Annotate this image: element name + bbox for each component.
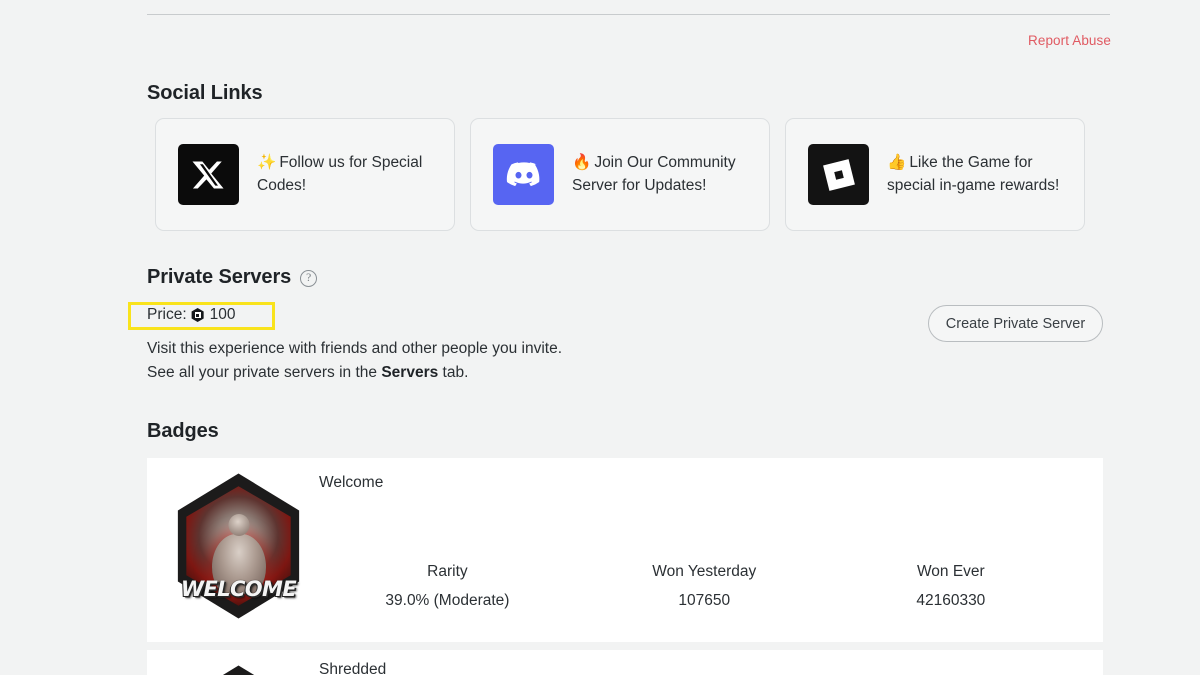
thumbs-up-emoji: 👍: [887, 153, 907, 171]
social-link-label: Follow us for Special Codes!: [257, 153, 423, 194]
badge-name: Welcome: [319, 474, 384, 491]
price-label: Price:: [147, 306, 187, 323]
stat-label: Won Ever: [916, 563, 985, 580]
badges-heading: Badges: [147, 420, 219, 442]
private-servers-description-line1: Visit this experience with friends and o…: [147, 340, 563, 357]
create-private-server-button[interactable]: Create Private Server: [928, 305, 1103, 342]
stat-label: Won Yesterday: [652, 563, 757, 580]
private-servers-description-line2: See all your private servers in the Serv…: [147, 361, 562, 385]
section-divider: [147, 14, 1110, 15]
report-abuse-link[interactable]: Report Abuse: [1028, 33, 1111, 48]
social-link-card-roblox[interactable]: 👍 Like the Game for special in-game rewar…: [785, 118, 1085, 231]
social-link-card-discord[interactable]: 🔥 Join Our Community Server for Updates!: [470, 118, 770, 231]
badge-image: WELCOME: [174, 472, 303, 620]
badge-stat-won-yesterday: Won Yesterday 107650: [576, 563, 833, 610]
discord-icon: [493, 144, 554, 205]
sparkles-emoji: ✨: [257, 153, 277, 171]
desc-suffix: tab.: [438, 364, 469, 382]
stat-label: Rarity: [427, 563, 468, 580]
price-value: 100: [209, 306, 236, 323]
badge-row[interactable]: Shredded: [147, 650, 1103, 675]
badge-name: Shredded: [319, 661, 387, 675]
question-mark-icon[interactable]: ?: [300, 270, 318, 287]
robux-icon: [191, 308, 205, 322]
social-link-text: ✨ Follow us for Special Codes!: [257, 152, 436, 198]
fire-emoji: 🔥: [572, 153, 592, 171]
badge-stats: Rarity 39.0% (Moderate) Won Yesterday 10…: [319, 563, 1069, 610]
badge-stat-rarity: Rarity 39.0% (Moderate): [319, 563, 576, 610]
social-link-label: Join Our Community Server for Updates!: [572, 153, 736, 194]
private-servers-heading: Private Servers: [147, 266, 292, 288]
stat-value: 107650: [678, 592, 731, 609]
badge-image-caption: WELCOME: [180, 577, 297, 601]
badge-stat-won-ever: Won Ever 42160330: [833, 563, 1069, 610]
social-links-heading: Social Links: [147, 82, 263, 104]
x-twitter-icon: [178, 144, 239, 205]
roblox-icon: [808, 144, 869, 205]
private-servers-description: Visit this experience with friends and o…: [147, 337, 562, 386]
servers-tab-reference: Servers: [381, 364, 439, 382]
social-link-text: 🔥 Join Our Community Server for Updates!: [572, 152, 751, 198]
social-link-text: 👍 Like the Game for special in-game rewar…: [887, 152, 1066, 198]
private-server-price: Price: 100: [147, 306, 236, 324]
badge-row[interactable]: WELCOME Welcome Rarity 39.0% (Moderate) …: [147, 458, 1103, 642]
social-links-row: ✨ Follow us for Special Codes! 🔥 Join Our …: [155, 118, 1085, 231]
social-link-card-x[interactable]: ✨ Follow us for Special Codes!: [155, 118, 455, 231]
stat-value: 39.0% (Moderate): [385, 592, 510, 609]
desc-prefix: See all your private servers in the: [147, 364, 382, 382]
social-link-label: Like the Game for special in-game reward…: [887, 153, 1060, 194]
badge-image: [174, 664, 303, 675]
experience-details-page: Report Abuse Social Links ✨ Follow us for…: [0, 0, 1200, 675]
private-servers-heading-row: Private Servers ?: [147, 266, 318, 289]
stat-value: 42160330: [916, 592, 986, 609]
